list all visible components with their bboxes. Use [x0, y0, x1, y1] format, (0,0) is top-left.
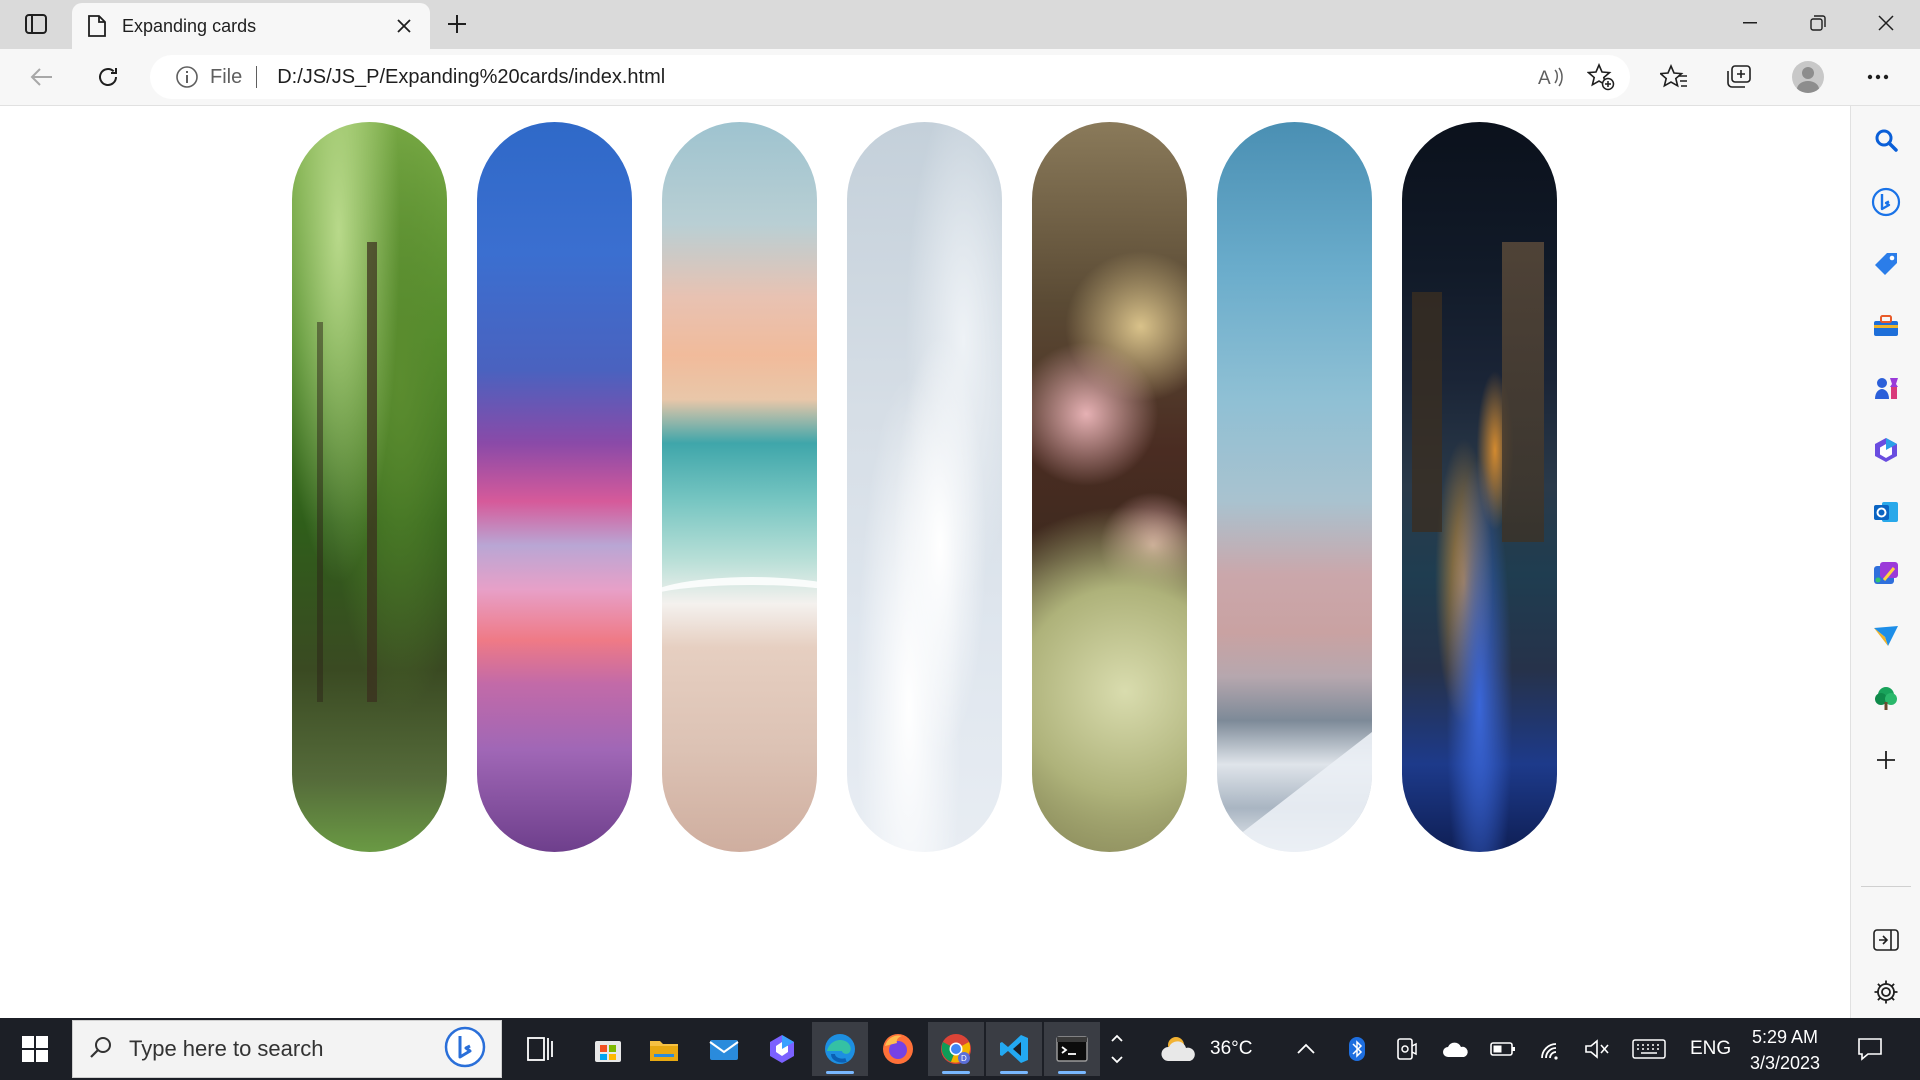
language-indicator[interactable]: ENG: [1690, 1018, 1731, 1080]
send-icon[interactable]: [1868, 618, 1904, 654]
close-tab-icon[interactable]: [392, 14, 416, 38]
read-aloud-icon[interactable]: A: [1536, 62, 1566, 92]
window-controls: [1716, 0, 1920, 46]
browser-tab[interactable]: Expanding cards: [72, 3, 430, 49]
new-tab-button[interactable]: [440, 8, 474, 40]
battery-icon[interactable]: [1490, 1018, 1516, 1080]
weather-temp: 36°C: [1210, 1038, 1253, 1059]
browser-toolbar: File D:/JS/JS_P/Expanding%20cards/index.…: [0, 49, 1920, 106]
clock-time: 5:29 AM: [1751, 1027, 1819, 1047]
microsoft365-icon[interactable]: [1868, 432, 1904, 468]
minimize-icon[interactable]: [1716, 0, 1784, 46]
more-options-icon[interactable]: [1858, 59, 1898, 95]
shopping-tag-icon[interactable]: [1868, 246, 1904, 282]
onedrive-icon[interactable]: [1442, 1018, 1470, 1080]
cards-container: [292, 122, 1557, 852]
chrome-icon[interactable]: D: [928, 1022, 984, 1076]
taskbar-search-box[interactable]: Type here to search: [72, 1020, 502, 1078]
wifi-icon[interactable]: [1538, 1018, 1564, 1080]
card-beach[interactable]: [662, 122, 817, 852]
language-text: ENG: [1690, 1038, 1732, 1059]
outlook-icon[interactable]: [1868, 494, 1904, 530]
card-sunset[interactable]: [477, 122, 632, 852]
taskbar-clock[interactable]: 5:29 AM 3/3/2023: [1730, 1024, 1840, 1076]
refresh-icon[interactable]: [88, 59, 128, 95]
mail-icon[interactable]: [696, 1022, 752, 1076]
bing-icon[interactable]: [443, 1025, 487, 1074]
address-actions: A: [1536, 62, 1616, 92]
microsoft-store-icon[interactable]: [580, 1022, 636, 1076]
card-city[interactable]: [1402, 122, 1557, 852]
taskbar-overflow-icon[interactable]: [1104, 1022, 1130, 1076]
back-arrow-icon[interactable]: [22, 59, 62, 95]
windows-taskbar: Type here to search D 36°C ENG 5:29 AM 3…: [0, 1018, 1920, 1080]
page-viewport: [0, 106, 1850, 1018]
weather-widget[interactable]: 36°C: [1160, 1018, 1252, 1080]
copilot-app-icon[interactable]: [754, 1022, 810, 1076]
scheme-label: File: [210, 65, 243, 88]
keyboard-icon[interactable]: [1632, 1018, 1666, 1080]
hide-sidebar-icon[interactable]: [1868, 922, 1904, 958]
vscode-icon[interactable]: [986, 1022, 1042, 1076]
close-window-icon[interactable]: [1852, 0, 1920, 46]
info-icon[interactable]: [174, 64, 200, 90]
settings-gear-icon[interactable]: [1868, 974, 1904, 1010]
collections-icon[interactable]: [1720, 59, 1760, 95]
svg-text:D: D: [961, 1054, 967, 1063]
search-icon[interactable]: [1868, 122, 1904, 158]
profile-avatar[interactable]: [1788, 59, 1828, 95]
start-button[interactable]: [0, 1018, 70, 1080]
card-clouds[interactable]: [847, 122, 1002, 852]
search-placeholder: Type here to search: [129, 1036, 324, 1061]
tools-icon[interactable]: [1868, 308, 1904, 344]
avatar: [1792, 61, 1824, 93]
add-favorite-icon[interactable]: [1586, 62, 1616, 92]
svg-text:A: A: [1538, 68, 1551, 88]
clock-date: 3/3/2023: [1749, 1053, 1821, 1073]
restore-icon[interactable]: [1784, 0, 1852, 46]
tree-icon[interactable]: [1868, 680, 1904, 716]
games-icon[interactable]: [1868, 370, 1904, 406]
address-bar[interactable]: File D:/JS/JS_P/Expanding%20cards/index.…: [150, 55, 1630, 99]
bing-chat-icon[interactable]: [1868, 184, 1904, 220]
add-sidebar-app-icon[interactable]: [1868, 742, 1904, 778]
notification-center-icon[interactable]: [1850, 1031, 1890, 1067]
browser-titlebar: Expanding cards: [0, 0, 1920, 49]
card-mountain[interactable]: [1217, 122, 1372, 852]
tab-title: Expanding cards: [122, 15, 257, 36]
firefox-icon[interactable]: [870, 1022, 926, 1076]
card-forest[interactable]: [292, 122, 447, 852]
terminal-icon[interactable]: [1044, 1022, 1100, 1076]
sidebar-divider: [1861, 886, 1911, 887]
favorites-icon[interactable]: [1654, 59, 1694, 95]
page-icon: [86, 15, 108, 37]
meet-now-icon[interactable]: [1394, 1018, 1418, 1080]
address-url[interactable]: D:/JS/JS_P/Expanding%20cards/index.html: [277, 66, 1536, 89]
address-divider: [256, 66, 258, 88]
search-magnifier-icon: [89, 1035, 113, 1064]
card-flowers[interactable]: [1032, 122, 1187, 852]
edge-browser-icon[interactable]: [812, 1022, 868, 1076]
task-view-icon[interactable]: [512, 1022, 568, 1076]
edge-sidebar: [1850, 106, 1920, 1018]
show-hidden-icons-icon[interactable]: [1296, 1018, 1316, 1080]
tab-actions-icon[interactable]: [14, 9, 58, 39]
volume-muted-icon[interactable]: [1584, 1018, 1610, 1080]
bluetooth-icon[interactable]: [1348, 1018, 1366, 1080]
file-explorer-icon[interactable]: [636, 1022, 692, 1076]
designer-icon[interactable]: [1868, 556, 1904, 592]
